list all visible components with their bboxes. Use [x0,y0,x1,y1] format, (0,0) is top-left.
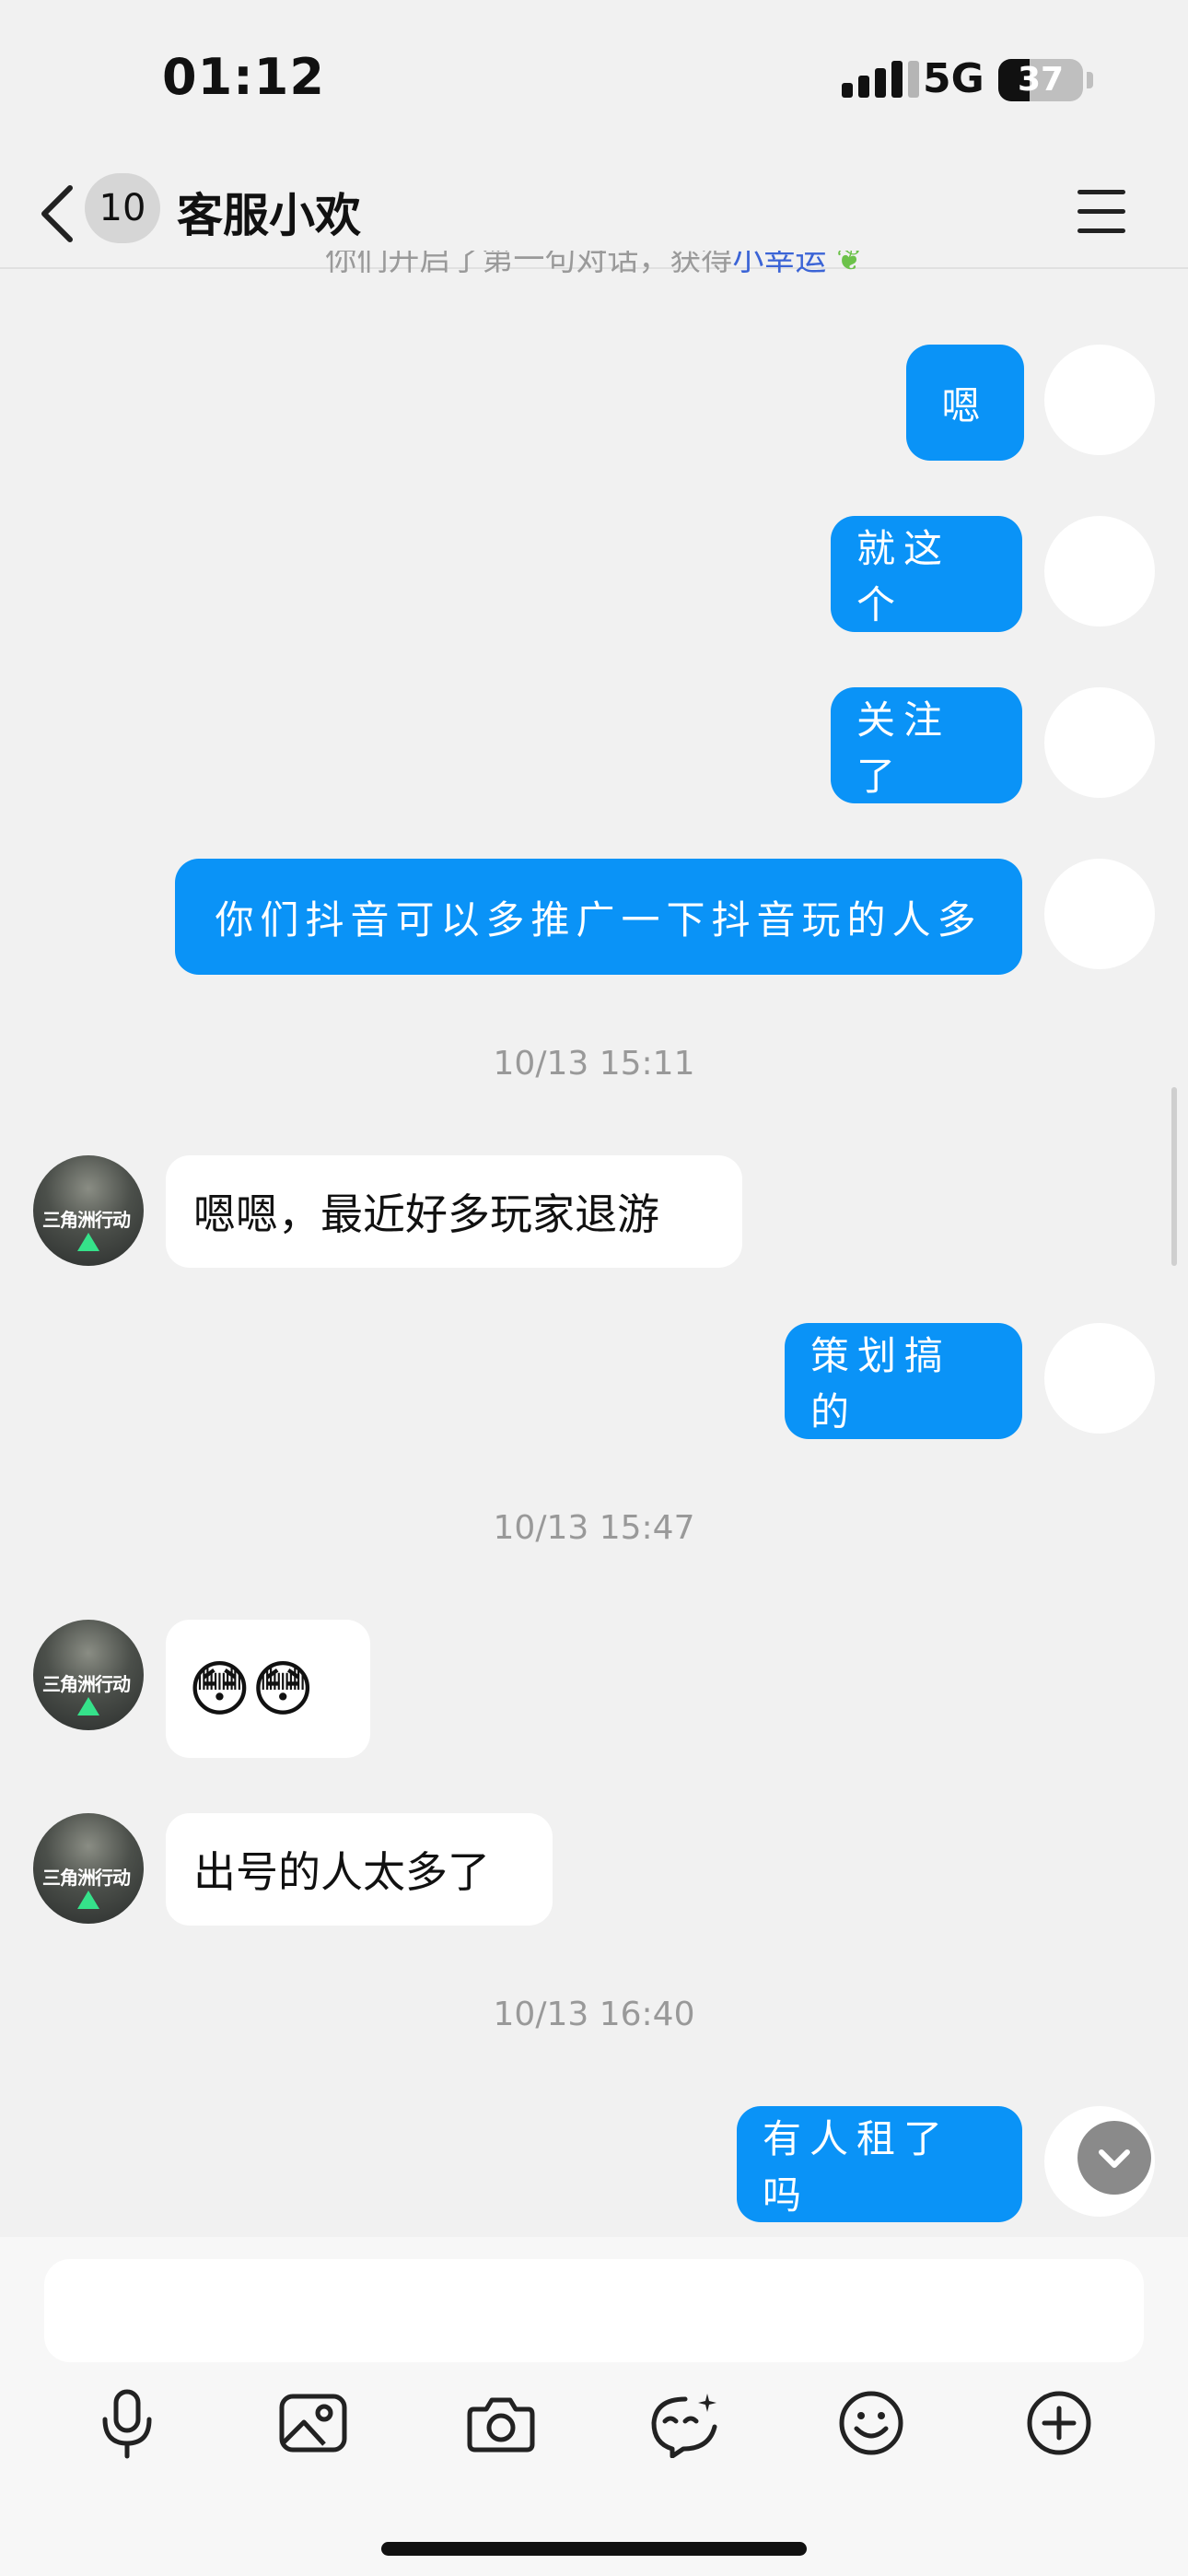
agent-avatar-label: 三角洲行动 [42,1867,131,1889]
more-button[interactable] [1015,2379,1103,2467]
agent-avatar-label: 三角洲行动 [42,1673,131,1695]
battery-cap [1087,72,1093,88]
chevron-down-icon [1099,2149,1130,2196]
agent-avatar-logo [77,1233,99,1251]
message-input[interactable] [44,2259,1144,2362]
back-button[interactable] [33,175,88,252]
agent-avatar-logo [77,1697,99,1715]
battery-icon: 37 [998,59,1083,101]
self-avatar[interactable] [1044,687,1155,798]
cellular-signal-icon [842,61,919,98]
self-avatar[interactable] [1044,859,1155,969]
self-avatar[interactable] [1044,516,1155,626]
message-bubble-self[interactable]: 策划搞的 [785,1323,1022,1439]
chat-title: 客服小欢 [177,189,361,242]
message-bubble-agent[interactable]: 嗯嗯，最近好多玩家退游 [166,1155,742,1268]
menu-icon[interactable] [1072,184,1131,240]
camera-icon [467,2397,535,2453]
composer [0,2237,1188,2576]
network-type: 5G [923,55,984,102]
message-bubble-agent[interactable]: 😳😳 [166,1620,370,1758]
clover-icon: ❦ [836,251,863,278]
agent-avatar-logo [77,1891,99,1909]
system-notice-highlight[interactable]: 小幸运 [732,251,826,278]
system-notice: 你们开启了第一句对话，获得小幸运 ❦ [0,251,1188,286]
message-timestamp: 10/13 15:47 [493,1509,695,1547]
plus-icon [1027,2391,1091,2455]
message-bubble-self[interactable]: 你们抖音可以多推广一下抖音玩的人多 [175,859,1022,975]
sticker-icon [651,2394,717,2458]
home-indicator[interactable] [381,2542,807,2556]
chevron-left-icon [41,185,73,242]
voice-button[interactable] [83,2379,171,2467]
message-timestamp: 10/13 15:11 [493,1045,695,1083]
battery-percent: 37 [1017,61,1065,99]
agent-avatar[interactable]: 三角洲行动 [33,1620,144,1730]
image-icon [279,2394,347,2453]
message-bubble-self[interactable]: 就这个 [831,516,1022,632]
status-bar: 01:12 5G 37 [0,0,1188,157]
message-bubble-self[interactable]: 关注了 [831,687,1022,803]
message-bubble-self[interactable]: 有人租了吗 [737,2106,1022,2222]
microphone-icon [102,2389,152,2459]
agent-avatar[interactable]: 三角洲行动 [33,1813,144,1924]
unread-count-badge[interactable]: 10 [85,173,160,243]
agent-avatar-label: 三角洲行动 [42,1209,131,1231]
self-avatar[interactable] [1044,345,1155,455]
message-bubble-self[interactable]: 嗯 [906,345,1024,461]
emoji-button[interactable] [827,2379,915,2467]
emoji-icon [839,2391,903,2455]
sticker-button[interactable] [641,2379,729,2467]
gallery-button[interactable] [269,2379,357,2467]
chat-screen: 01:12 5G 37 10 客服小欢 你们开启了第一句对话，获得小幸运 ❦ 嗯 [0,0,1188,2576]
scrollbar[interactable] [1171,1087,1177,1266]
self-avatar[interactable] [1044,1323,1155,1434]
system-notice-text: 你们开启了第一句对话，获得 [325,251,733,278]
status-time: 01:12 [162,48,325,106]
agent-avatar[interactable]: 三角洲行动 [33,1155,144,1266]
scroll-to-bottom-button[interactable] [1077,2121,1151,2196]
camera-button[interactable] [457,2379,545,2467]
message-bubble-agent[interactable]: 出号的人太多了 [166,1813,553,1926]
message-timestamp: 10/13 16:40 [493,1996,695,2033]
